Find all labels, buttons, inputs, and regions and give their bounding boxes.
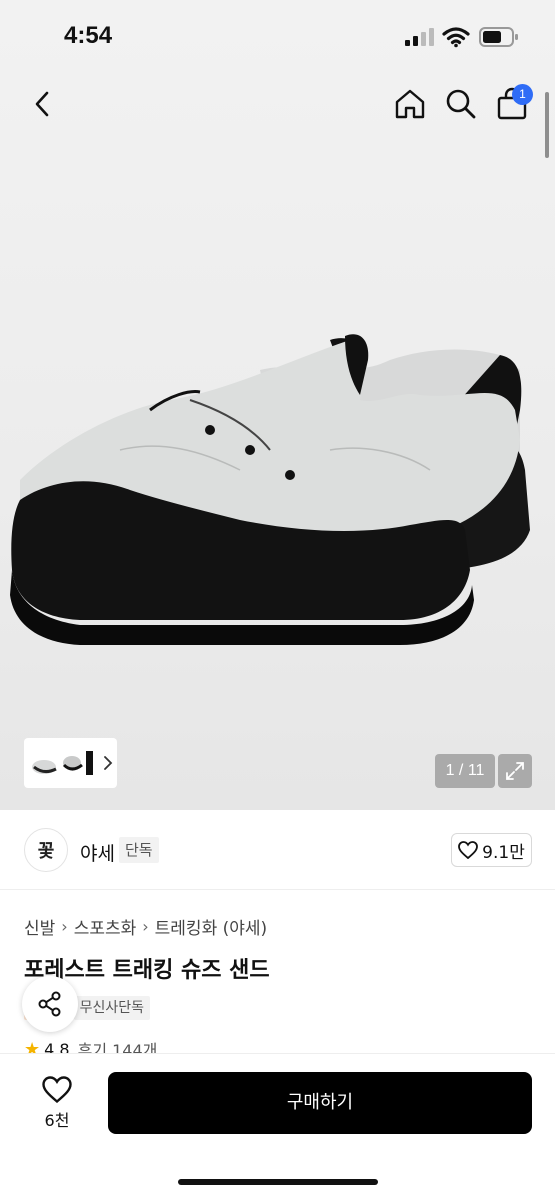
wishlist-count: 6천 — [44, 1111, 70, 1130]
wifi-icon — [442, 27, 470, 48]
brand-like-count: 9.1만 — [482, 842, 525, 863]
bottom-purchase-bar: 6천 구매하기 — [0, 1054, 555, 1200]
share-button[interactable] — [22, 976, 78, 1032]
gallery-page-indicator: 1 / 11 — [435, 754, 495, 788]
breadcrumb: 신발 › 스포츠화 › 트레킹화 (야세) — [24, 914, 267, 939]
exclusive-tag: 무신사단독 — [73, 996, 151, 1020]
status-time: 4:54 — [64, 22, 113, 49]
scroll-indicator — [545, 92, 549, 158]
status-bar: 4:54 — [0, 0, 555, 74]
brand-logo-text: 꽃 — [37, 841, 55, 862]
heart-icon — [458, 841, 479, 859]
thumbnail-strip[interactable] — [24, 738, 117, 788]
buy-button[interactable]: 구매하기 — [108, 1072, 532, 1134]
thumbnail-image — [32, 751, 93, 775]
brand-name[interactable]: 야세 — [80, 839, 115, 866]
home-indicator — [178, 1179, 378, 1185]
chevron-right-icon — [104, 756, 113, 770]
expand-icon — [506, 762, 524, 780]
breadcrumb-item[interactable]: 스포츠화 — [74, 914, 137, 939]
product-shoe-image — [10, 334, 530, 645]
brand-exclusive-tag: 단독 — [119, 837, 159, 863]
product-image-gallery[interactable]: 4:54 1 1 / 11 — [0, 0, 555, 810]
back-button[interactable] — [24, 86, 60, 122]
battery-icon — [479, 27, 518, 47]
share-icon — [38, 991, 61, 1017]
fullscreen-button[interactable] — [498, 754, 532, 788]
breadcrumb-item[interactable]: 트레킹화 (야세) — [155, 914, 268, 939]
brand-like-button[interactable]: 9.1만 — [451, 833, 532, 867]
home-icon — [395, 89, 425, 119]
breadcrumb-item[interactable]: 신발 — [24, 914, 55, 939]
home-button[interactable] — [392, 86, 428, 122]
chevron-right-icon: › — [61, 917, 68, 936]
brand-logo[interactable]: 꽃 — [24, 828, 68, 872]
cart-count-badge: 1 — [512, 84, 533, 105]
search-button[interactable] — [443, 86, 479, 122]
chevron-left-icon — [35, 91, 49, 117]
chevron-right-icon: › — [142, 917, 149, 936]
wishlist-button[interactable]: 6천 — [30, 1076, 84, 1136]
heart-icon — [42, 1076, 72, 1103]
cellular-signal-icon — [405, 28, 434, 46]
search-icon — [446, 89, 476, 119]
brand-row: 꽃 야세 단독 9.1만 — [0, 810, 555, 890]
